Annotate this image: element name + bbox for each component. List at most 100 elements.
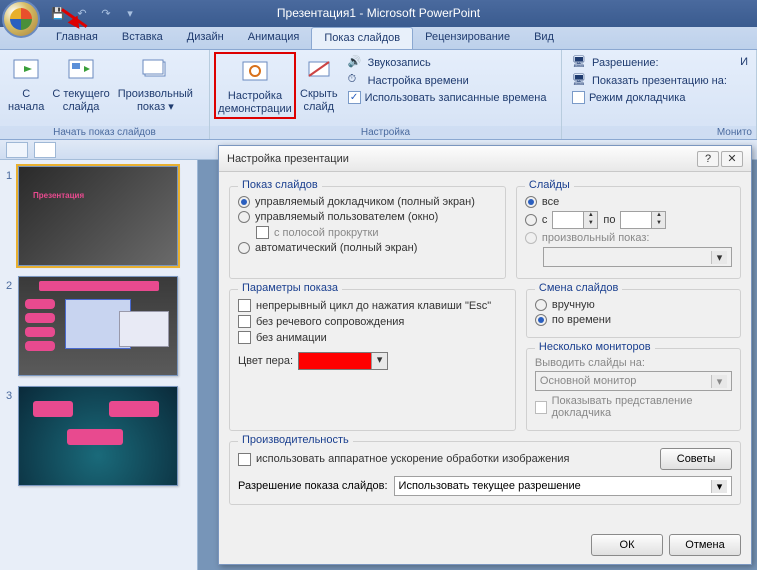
- ok-button[interactable]: ОК: [591, 534, 663, 556]
- from-spinner[interactable]: ▲▼: [552, 211, 598, 229]
- ribbon-group-label: Монито: [562, 126, 756, 139]
- custom-show-icon: [139, 54, 171, 86]
- opt-manual[interactable]: вручную: [535, 299, 732, 311]
- rehearse-timings-button[interactable]: ⏱Настройка времени: [348, 73, 547, 89]
- slide-thumbnails-panel: 1 Презентация 2 3: [0, 160, 198, 570]
- play-current-icon: [65, 54, 97, 86]
- show-type-group: Показ слайдов управляемый докладчиком (п…: [229, 186, 506, 279]
- monitor-options-list: 🖥Разрешение: 🖥Показать презентацию на: Р…: [566, 52, 733, 107]
- checkbox-icon: [238, 453, 251, 466]
- setup-options-list: 🔊Звукозапись ⏱Настройка времени ✓Использ…: [342, 52, 553, 107]
- custom-show-button[interactable]: Произвольный показ ▾: [114, 52, 197, 115]
- setup-show-dialog: Настройка презентации ? ✕ Показ слайдов …: [218, 145, 752, 565]
- pen-color-row: Цвет пера: ▾: [238, 352, 507, 370]
- opt-loop[interactable]: непрерывный цикл до нажатия клавиши "Esc…: [238, 299, 507, 312]
- custom-show-combo: ▾: [543, 247, 732, 267]
- slides-group: Слайды все с ▲▼ по ▲▼ произвольный показ…: [516, 186, 741, 279]
- checkbox-icon: [238, 331, 251, 344]
- opt-no-narration[interactable]: без речевого сопровождения: [238, 315, 507, 328]
- opt-kiosk[interactable]: автоматический (полный экран): [238, 242, 497, 254]
- slide-thumbnail-2[interactable]: [18, 276, 178, 376]
- opt-no-animation[interactable]: без анимации: [238, 331, 507, 344]
- radio-icon: [238, 196, 250, 208]
- thumbnail-row[interactable]: 3: [0, 384, 197, 494]
- opt-from-to[interactable]: с ▲▼ по ▲▼: [525, 211, 732, 229]
- hide-slide-icon: [303, 54, 335, 86]
- radio-icon: [238, 242, 250, 254]
- ribbon-group-label: Начать показ слайдов: [0, 126, 209, 139]
- advance-slides-group: Смена слайдов вручную по времени: [526, 289, 741, 338]
- tab-review[interactable]: Рецензирование: [413, 27, 522, 49]
- show-on-row[interactable]: 🖥Показать презентацию на:: [572, 73, 727, 89]
- radio-icon: [525, 214, 537, 226]
- opt-all-slides[interactable]: все: [525, 196, 732, 208]
- help-button[interactable]: ?: [697, 151, 719, 167]
- ribbon-tabs: Главная Вставка Дизайн Анимация Показ сл…: [0, 27, 757, 50]
- setup-slideshow-button[interactable]: Настройка демонстрации: [214, 52, 296, 119]
- resolution-combo[interactable]: Использовать текущее разрешение▾: [394, 476, 732, 496]
- ribbon-group-label: Настройка: [210, 126, 561, 139]
- record-narration-button[interactable]: 🔊Звукозапись: [348, 55, 547, 71]
- to-spinner[interactable]: ▲▼: [620, 211, 666, 229]
- checkbox-icon: [238, 315, 251, 328]
- resolution-label: Разрешение показа слайдов:: [238, 480, 388, 492]
- tab-animation[interactable]: Анимация: [236, 27, 312, 49]
- thumbnail-row[interactable]: 1 Презентация: [0, 164, 197, 274]
- opt-custom-show: произвольный показ:: [525, 232, 732, 244]
- opt-timings[interactable]: по времени: [535, 314, 732, 326]
- presenter-view-checkbox[interactable]: Режим докладчика: [572, 91, 727, 104]
- ribbon-cut-text: И: [736, 52, 752, 72]
- show-options-group: Параметры показа непрерывный цикл до наж…: [229, 289, 516, 431]
- checkbox-icon: ✓: [348, 91, 361, 104]
- opt-scrollbar: с полосой прокрутки: [256, 226, 497, 239]
- opt-presenter-view: Показывать представление докладчика: [535, 395, 732, 419]
- setup-icon: [239, 56, 271, 88]
- close-button[interactable]: ✕: [721, 151, 743, 167]
- slide-thumbnail-1[interactable]: Презентация: [18, 166, 178, 266]
- dialog-titlebar: Настройка презентации ? ✕: [219, 146, 751, 172]
- radio-icon: [535, 314, 547, 326]
- clock-icon: ⏱: [348, 73, 364, 89]
- office-button[interactable]: [2, 0, 40, 38]
- tips-button[interactable]: Советы: [660, 448, 732, 470]
- hide-slide-button[interactable]: Скрыть слайд: [296, 52, 342, 115]
- resolution-row[interactable]: 🖥Разрешение:: [572, 55, 727, 71]
- outline-view-button[interactable]: [6, 142, 28, 158]
- audio-icon: 🔊: [348, 55, 364, 71]
- checkbox-icon: [238, 299, 251, 312]
- slide-thumbnail-3[interactable]: [18, 386, 178, 486]
- monitor-icon: 🖥: [572, 73, 588, 89]
- use-timings-checkbox[interactable]: ✓Использовать записанные времена: [348, 91, 547, 104]
- office-logo-icon: [10, 8, 32, 30]
- tab-slideshow[interactable]: Показ слайдов: [311, 27, 413, 49]
- performance-group: Производительность использовать аппаратн…: [229, 441, 741, 505]
- checkbox-icon: [256, 226, 269, 239]
- title-bar: 💾 ↶ ↷ ▾ Презентация1 - Microsoft PowerPo…: [0, 0, 757, 27]
- from-beginning-button[interactable]: С начала: [4, 52, 48, 115]
- checkbox-icon: [535, 401, 547, 414]
- dialog-title: Настройка презентации: [227, 153, 349, 165]
- monitor-combo: Основной монитор▾: [535, 371, 732, 391]
- window-title: Презентация1 - Microsoft PowerPoint: [277, 6, 480, 20]
- pen-color-picker[interactable]: ▾: [298, 352, 388, 370]
- opt-hw-accel[interactable]: использовать аппаратное ускорение обрабо…: [238, 453, 654, 466]
- cancel-button[interactable]: Отмена: [669, 534, 741, 556]
- thumbnail-row[interactable]: 2: [0, 274, 197, 384]
- ribbon-group-start: С начала С текущего слайда Произвольный …: [0, 50, 210, 139]
- radio-icon: [535, 299, 547, 311]
- quick-access-toolbar: 💾 ↶ ↷ ▾: [48, 4, 140, 24]
- tab-design[interactable]: Дизайн: [175, 27, 236, 49]
- ribbon-group-monitors: 🖥Разрешение: 🖥Показать презентацию на: Р…: [562, 50, 757, 139]
- play-icon: [10, 54, 42, 86]
- qat-more-icon[interactable]: ▾: [120, 4, 140, 24]
- redo-icon[interactable]: ↷: [96, 4, 116, 24]
- ribbon: С начала С текущего слайда Произвольный …: [0, 50, 757, 140]
- radio-icon: [525, 196, 537, 208]
- from-current-button[interactable]: С текущего слайда: [48, 52, 113, 115]
- opt-browsed-user[interactable]: управляемый пользователем (окно): [238, 211, 497, 223]
- tab-insert[interactable]: Вставка: [110, 27, 175, 49]
- radio-icon: [238, 211, 250, 223]
- opt-presenter[interactable]: управляемый докладчиком (полный экран): [238, 196, 497, 208]
- tab-view[interactable]: Вид: [522, 27, 566, 49]
- slides-view-button[interactable]: [34, 142, 56, 158]
